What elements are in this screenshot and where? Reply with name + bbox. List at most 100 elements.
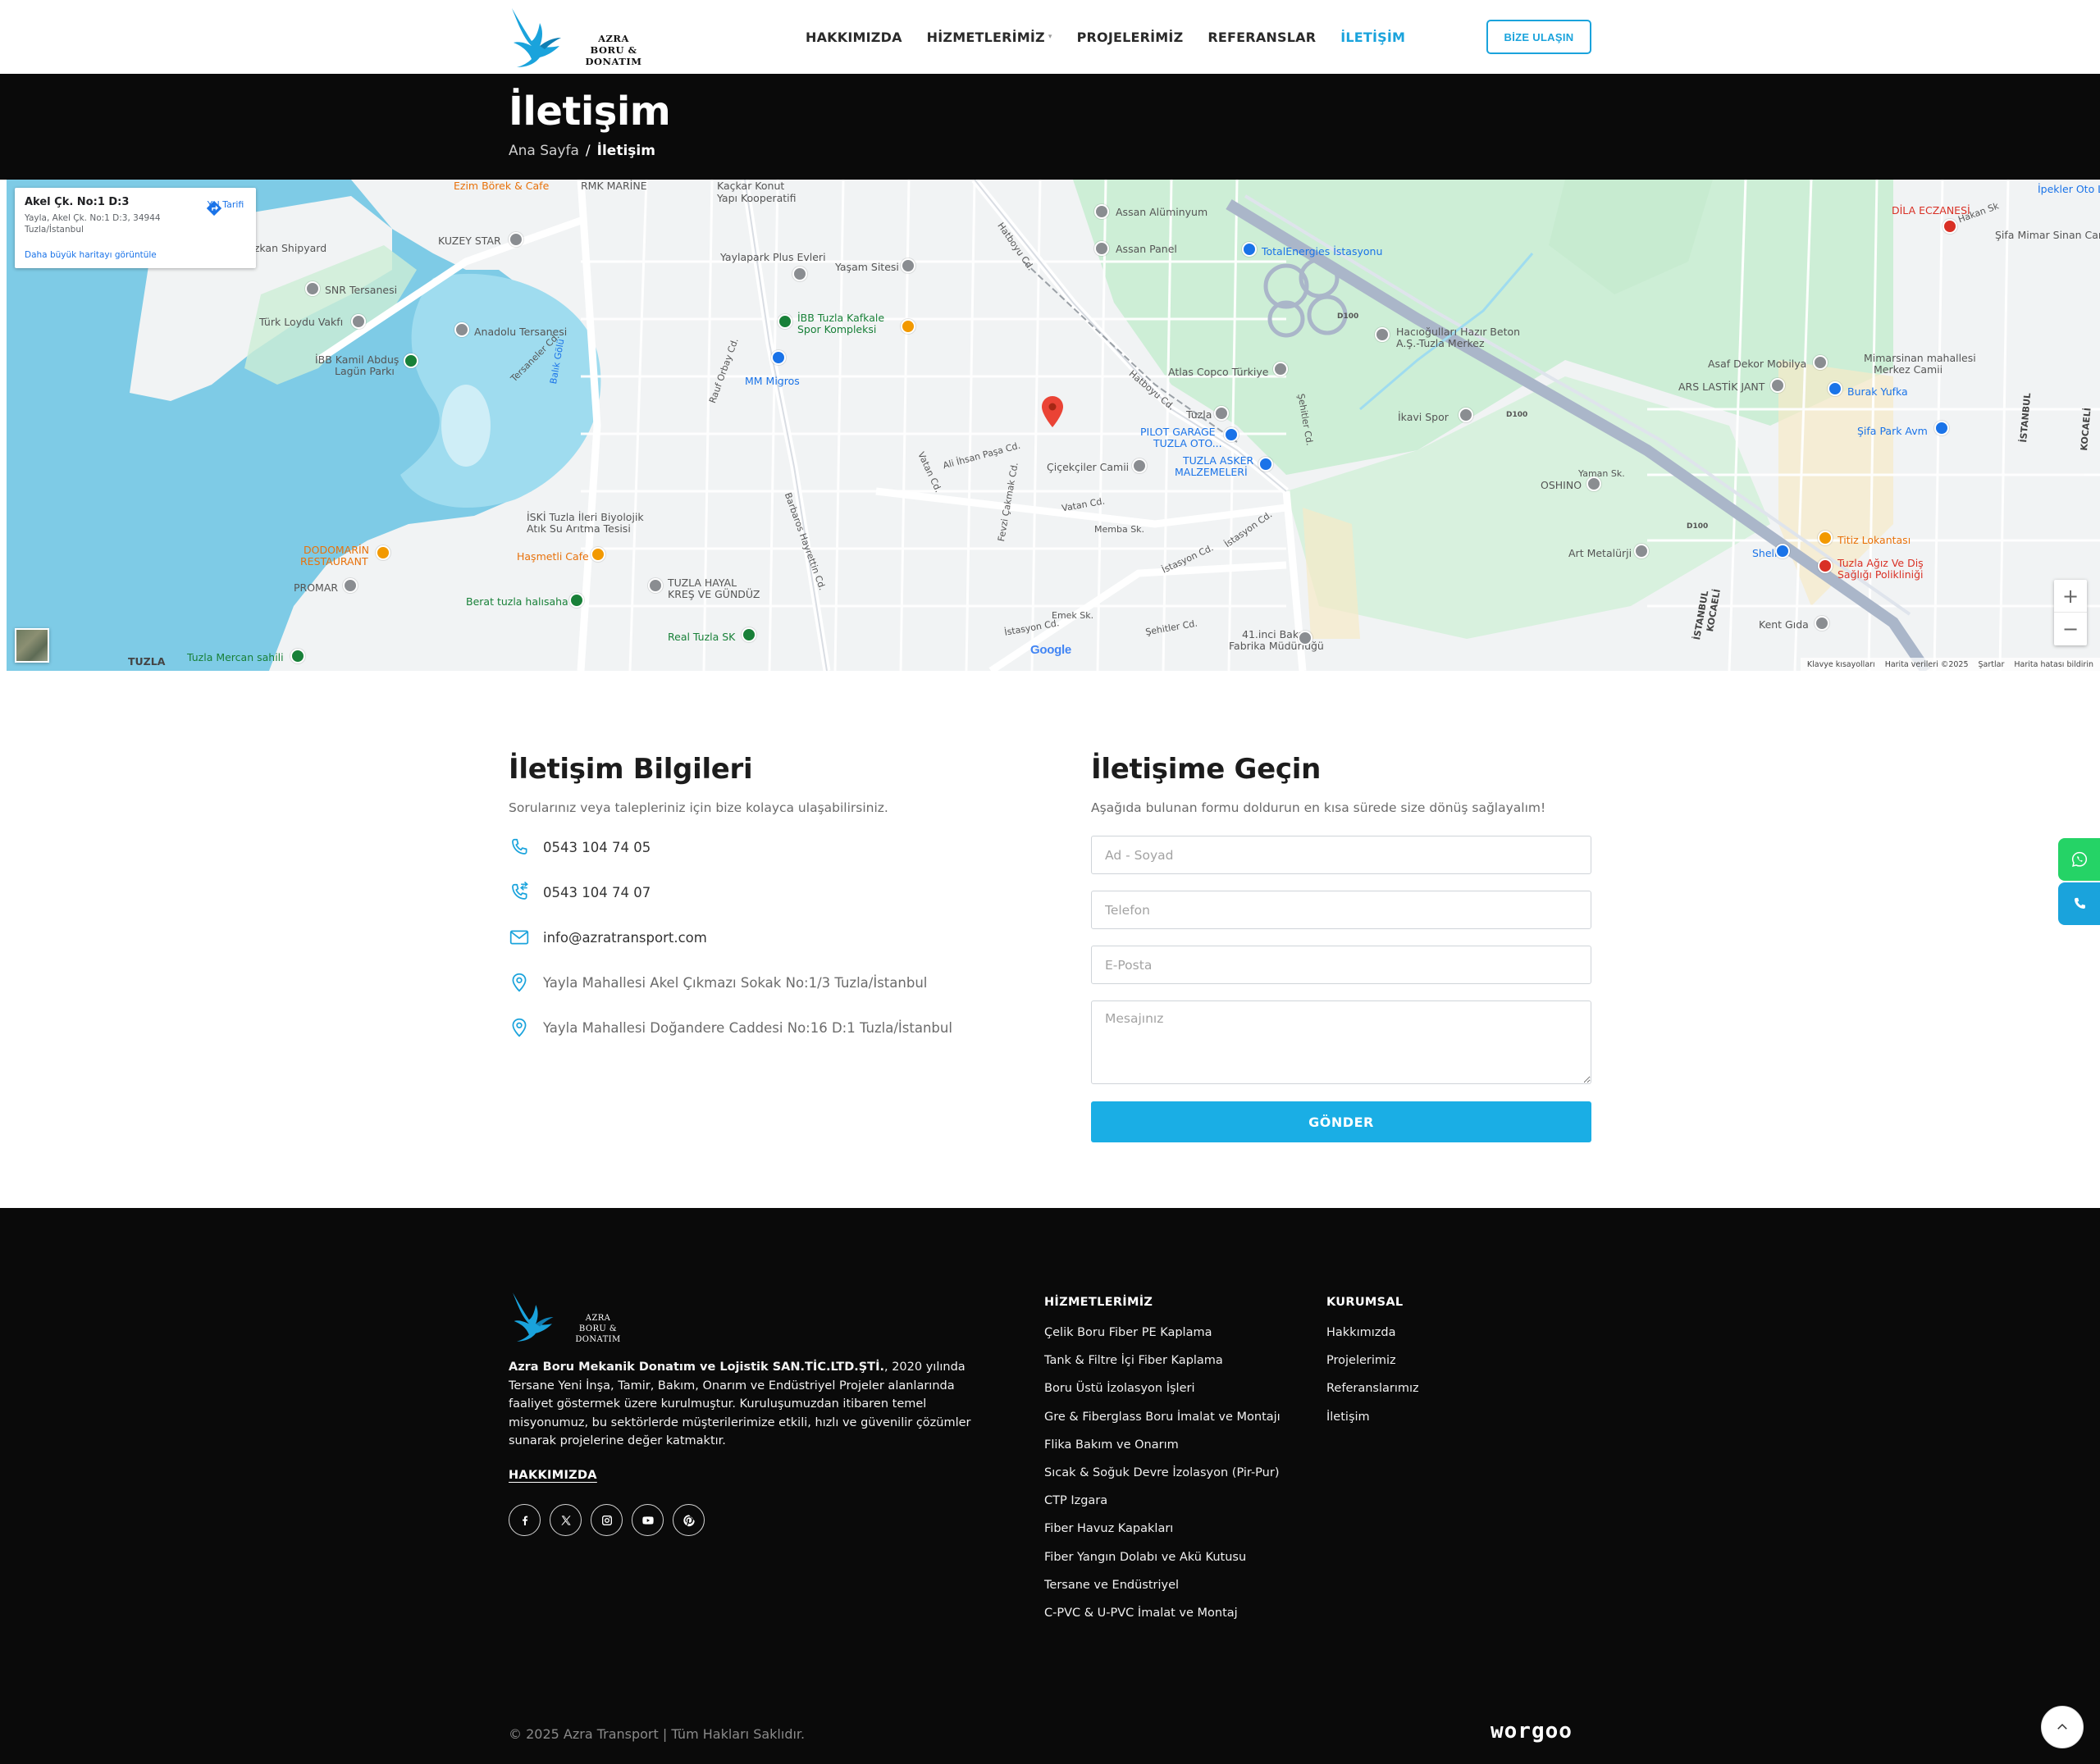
- map-label[interactable]: Yapı Kooperatifi: [717, 192, 797, 204]
- brand-logo[interactable]: AZRA BORU & DONATIM: [507, 5, 663, 71]
- instagram-button[interactable]: [591, 1504, 623, 1536]
- shopping-icon[interactable]: [1828, 381, 1842, 396]
- map-label[interactable]: TUZLA ASKER: [1183, 454, 1253, 467]
- place-marker-icon[interactable]: [1094, 204, 1109, 219]
- place-marker-icon[interactable]: [1273, 362, 1288, 376]
- nav-item-projects[interactable]: PROJELERİMİZ: [1077, 30, 1184, 45]
- map-label[interactable]: Yaşam Sitesi: [835, 261, 899, 273]
- map-label[interactable]: A.Ş.-Tuzla Merkez: [1396, 337, 1485, 349]
- facebook-button[interactable]: [509, 1504, 541, 1536]
- message-textarea[interactable]: [1091, 1001, 1591, 1084]
- pharmacy-icon[interactable]: [1942, 219, 1957, 234]
- fuel-station-icon[interactable]: [1242, 242, 1257, 257]
- map-label[interactable]: İpekler Oto La: [2038, 183, 2100, 195]
- map-label[interactable]: Assan Panel: [1116, 243, 1177, 255]
- google-map[interactable]: Ezim Börek & Cafe RMK MARİNE Kaçkar Konu…: [7, 180, 2100, 671]
- map-label[interactable]: Berat tuzla halısaha: [466, 595, 568, 608]
- footer-service-link[interactable]: Fiber Havuz Kapakları: [1044, 1520, 1281, 1548]
- map-label[interactable]: Hacıoğulları Hazır Beton: [1396, 326, 1520, 338]
- footer-service-link[interactable]: Çelik Boru Fiber PE Kaplama: [1044, 1324, 1281, 1352]
- footer-service-link[interactable]: Tersane ve Endüstriyel: [1044, 1577, 1281, 1605]
- map-label[interactable]: Merkez Camii: [1874, 363, 1942, 376]
- terms-link[interactable]: Şartlar: [1979, 660, 2005, 669]
- place-marker-icon[interactable]: [343, 578, 358, 593]
- sports-icon[interactable]: [742, 627, 756, 642]
- footer-about-link[interactable]: HAKKIMIZDA: [509, 1469, 597, 1482]
- contact-phone-1[interactable]: 0543 104 74 05: [509, 836, 651, 858]
- place-marker-icon[interactable]: [351, 314, 366, 329]
- place-marker-icon[interactable]: [1094, 241, 1109, 256]
- map-label[interactable]: RESTAURANT: [300, 555, 368, 567]
- map-label[interactable]: Şifa Mimar Sinan Cami: [1995, 229, 2100, 241]
- email-input[interactable]: [1091, 946, 1591, 984]
- place-marker-icon[interactable]: [305, 281, 320, 296]
- footer-service-link[interactable]: Flika Bakım ve Onarım: [1044, 1437, 1281, 1465]
- car-service-icon[interactable]: [1224, 427, 1239, 442]
- map-label[interactable]: Burak Yufka: [1847, 385, 1908, 398]
- hospital-icon[interactable]: [1818, 558, 1833, 573]
- nav-item-references[interactable]: REFERANSLAR: [1208, 30, 1316, 45]
- map-label[interactable]: MM Migros: [745, 375, 800, 387]
- footer-service-link[interactable]: Sıcak & Soğuk Devre İzolasyon (Pir-Pur): [1044, 1465, 1281, 1493]
- footer-service-link[interactable]: Fiber Yangın Dolabı ve Akü Kutusu: [1044, 1549, 1281, 1577]
- shopping-icon[interactable]: [1934, 421, 1949, 435]
- park-icon[interactable]: [290, 649, 305, 663]
- map-label[interactable]: SNR Tersanesi: [325, 284, 397, 296]
- map-label[interactable]: Türk Loydu Vakfı: [259, 316, 343, 328]
- map-label[interactable]: TotalEnergies İstasyonu: [1262, 245, 1382, 258]
- map-label[interactable]: Asaf Dekor Mobilya: [1708, 358, 1806, 370]
- map-label[interactable]: Tuzla: [1186, 408, 1212, 421]
- zoom-out-button[interactable]: −: [2054, 613, 2087, 645]
- map-label[interactable]: TUZLA OTO...: [1153, 437, 1222, 449]
- map-label[interactable]: İkavi Spor: [1398, 411, 1449, 423]
- call-button[interactable]: [2058, 882, 2100, 925]
- keyboard-shortcuts-link[interactable]: Klavye kısayolları: [1807, 660, 1875, 669]
- park-icon[interactable]: [404, 353, 418, 368]
- map-label[interactable]: Tuzla Ağız Ve Diş: [1838, 557, 1924, 569]
- map-label[interactable]: Tuzla Mercan sahili: [187, 651, 284, 663]
- nav-item-services[interactable]: HİZMETLERİMİZ ▾: [927, 30, 1052, 45]
- map-label[interactable]: Yaylapark Plus Evleri: [720, 251, 826, 263]
- footer-corporate-link[interactable]: İletişim: [1326, 1409, 1419, 1437]
- restaurant-icon[interactable]: [376, 545, 390, 560]
- map-label[interactable]: Kent Gıda: [1759, 618, 1809, 631]
- place-marker-icon[interactable]: [1634, 544, 1649, 558]
- directions-button[interactable]: Yol Tarifi: [205, 199, 246, 217]
- youtube-button[interactable]: [632, 1504, 664, 1536]
- map-label[interactable]: DODOMARİN: [304, 544, 369, 556]
- map-label[interactable]: Atık Su Arıtma Tesisi: [527, 522, 631, 535]
- map-label[interactable]: Assan Alüminyum: [1116, 206, 1208, 218]
- footer-service-link[interactable]: CTP Izgara: [1044, 1493, 1281, 1520]
- map-label[interactable]: Şifa Park Avm: [1857, 425, 1928, 437]
- map-label[interactable]: ARS LASTİK JANT: [1678, 381, 1764, 393]
- place-marker-icon[interactable]: [901, 258, 915, 273]
- map-label[interactable]: Art Metalürji: [1568, 547, 1632, 559]
- mosque-icon[interactable]: [1132, 458, 1147, 473]
- map-label[interactable]: PROMAR: [294, 581, 338, 594]
- scroll-to-top-button[interactable]: [2041, 1706, 2084, 1748]
- place-marker-icon[interactable]: [792, 267, 807, 281]
- map-label[interactable]: KUZEY STAR: [438, 235, 501, 247]
- x-twitter-button[interactable]: [550, 1504, 582, 1536]
- restaurant-icon[interactable]: [901, 319, 915, 334]
- agency-credit-logo[interactable]: worgoo: [1491, 1719, 1573, 1743]
- contact-us-button[interactable]: BİZE ULAŞIN: [1486, 20, 1591, 54]
- breadcrumb-home[interactable]: Ana Sayfa: [509, 143, 579, 159]
- phone-input[interactable]: [1091, 891, 1591, 929]
- map-label[interactable]: İBB Tuzla Kafkale: [797, 312, 884, 324]
- footer-corporate-link[interactable]: Projelerimiz: [1326, 1352, 1419, 1380]
- school-icon[interactable]: [648, 578, 663, 593]
- contact-email[interactable]: info@azratransport.com: [509, 927, 707, 948]
- contact-phone-2[interactable]: 0543 104 74 07: [509, 882, 651, 903]
- footer-service-link[interactable]: Gre & Fiberglass Boru İmalat ve Montajı: [1044, 1409, 1281, 1437]
- fuel-station-icon[interactable]: [1775, 544, 1790, 558]
- place-marker-icon[interactable]: [1459, 408, 1473, 422]
- map-label[interactable]: Real Tuzla SK: [668, 631, 735, 643]
- larger-map-link[interactable]: Daha büyük haritayı görüntüle: [25, 250, 157, 260]
- map-label[interactable]: TUZLA HAYAL: [668, 577, 737, 589]
- satellite-toggle-button[interactable]: [15, 628, 49, 663]
- map-label[interactable]: Kaçkar Konut: [717, 180, 784, 192]
- map-label[interactable]: Haşmetli Cafe: [517, 550, 589, 563]
- footer-service-link[interactable]: C-PVC & U-PVC İmalat ve Montaj: [1044, 1605, 1281, 1633]
- place-marker-icon[interactable]: [509, 232, 523, 247]
